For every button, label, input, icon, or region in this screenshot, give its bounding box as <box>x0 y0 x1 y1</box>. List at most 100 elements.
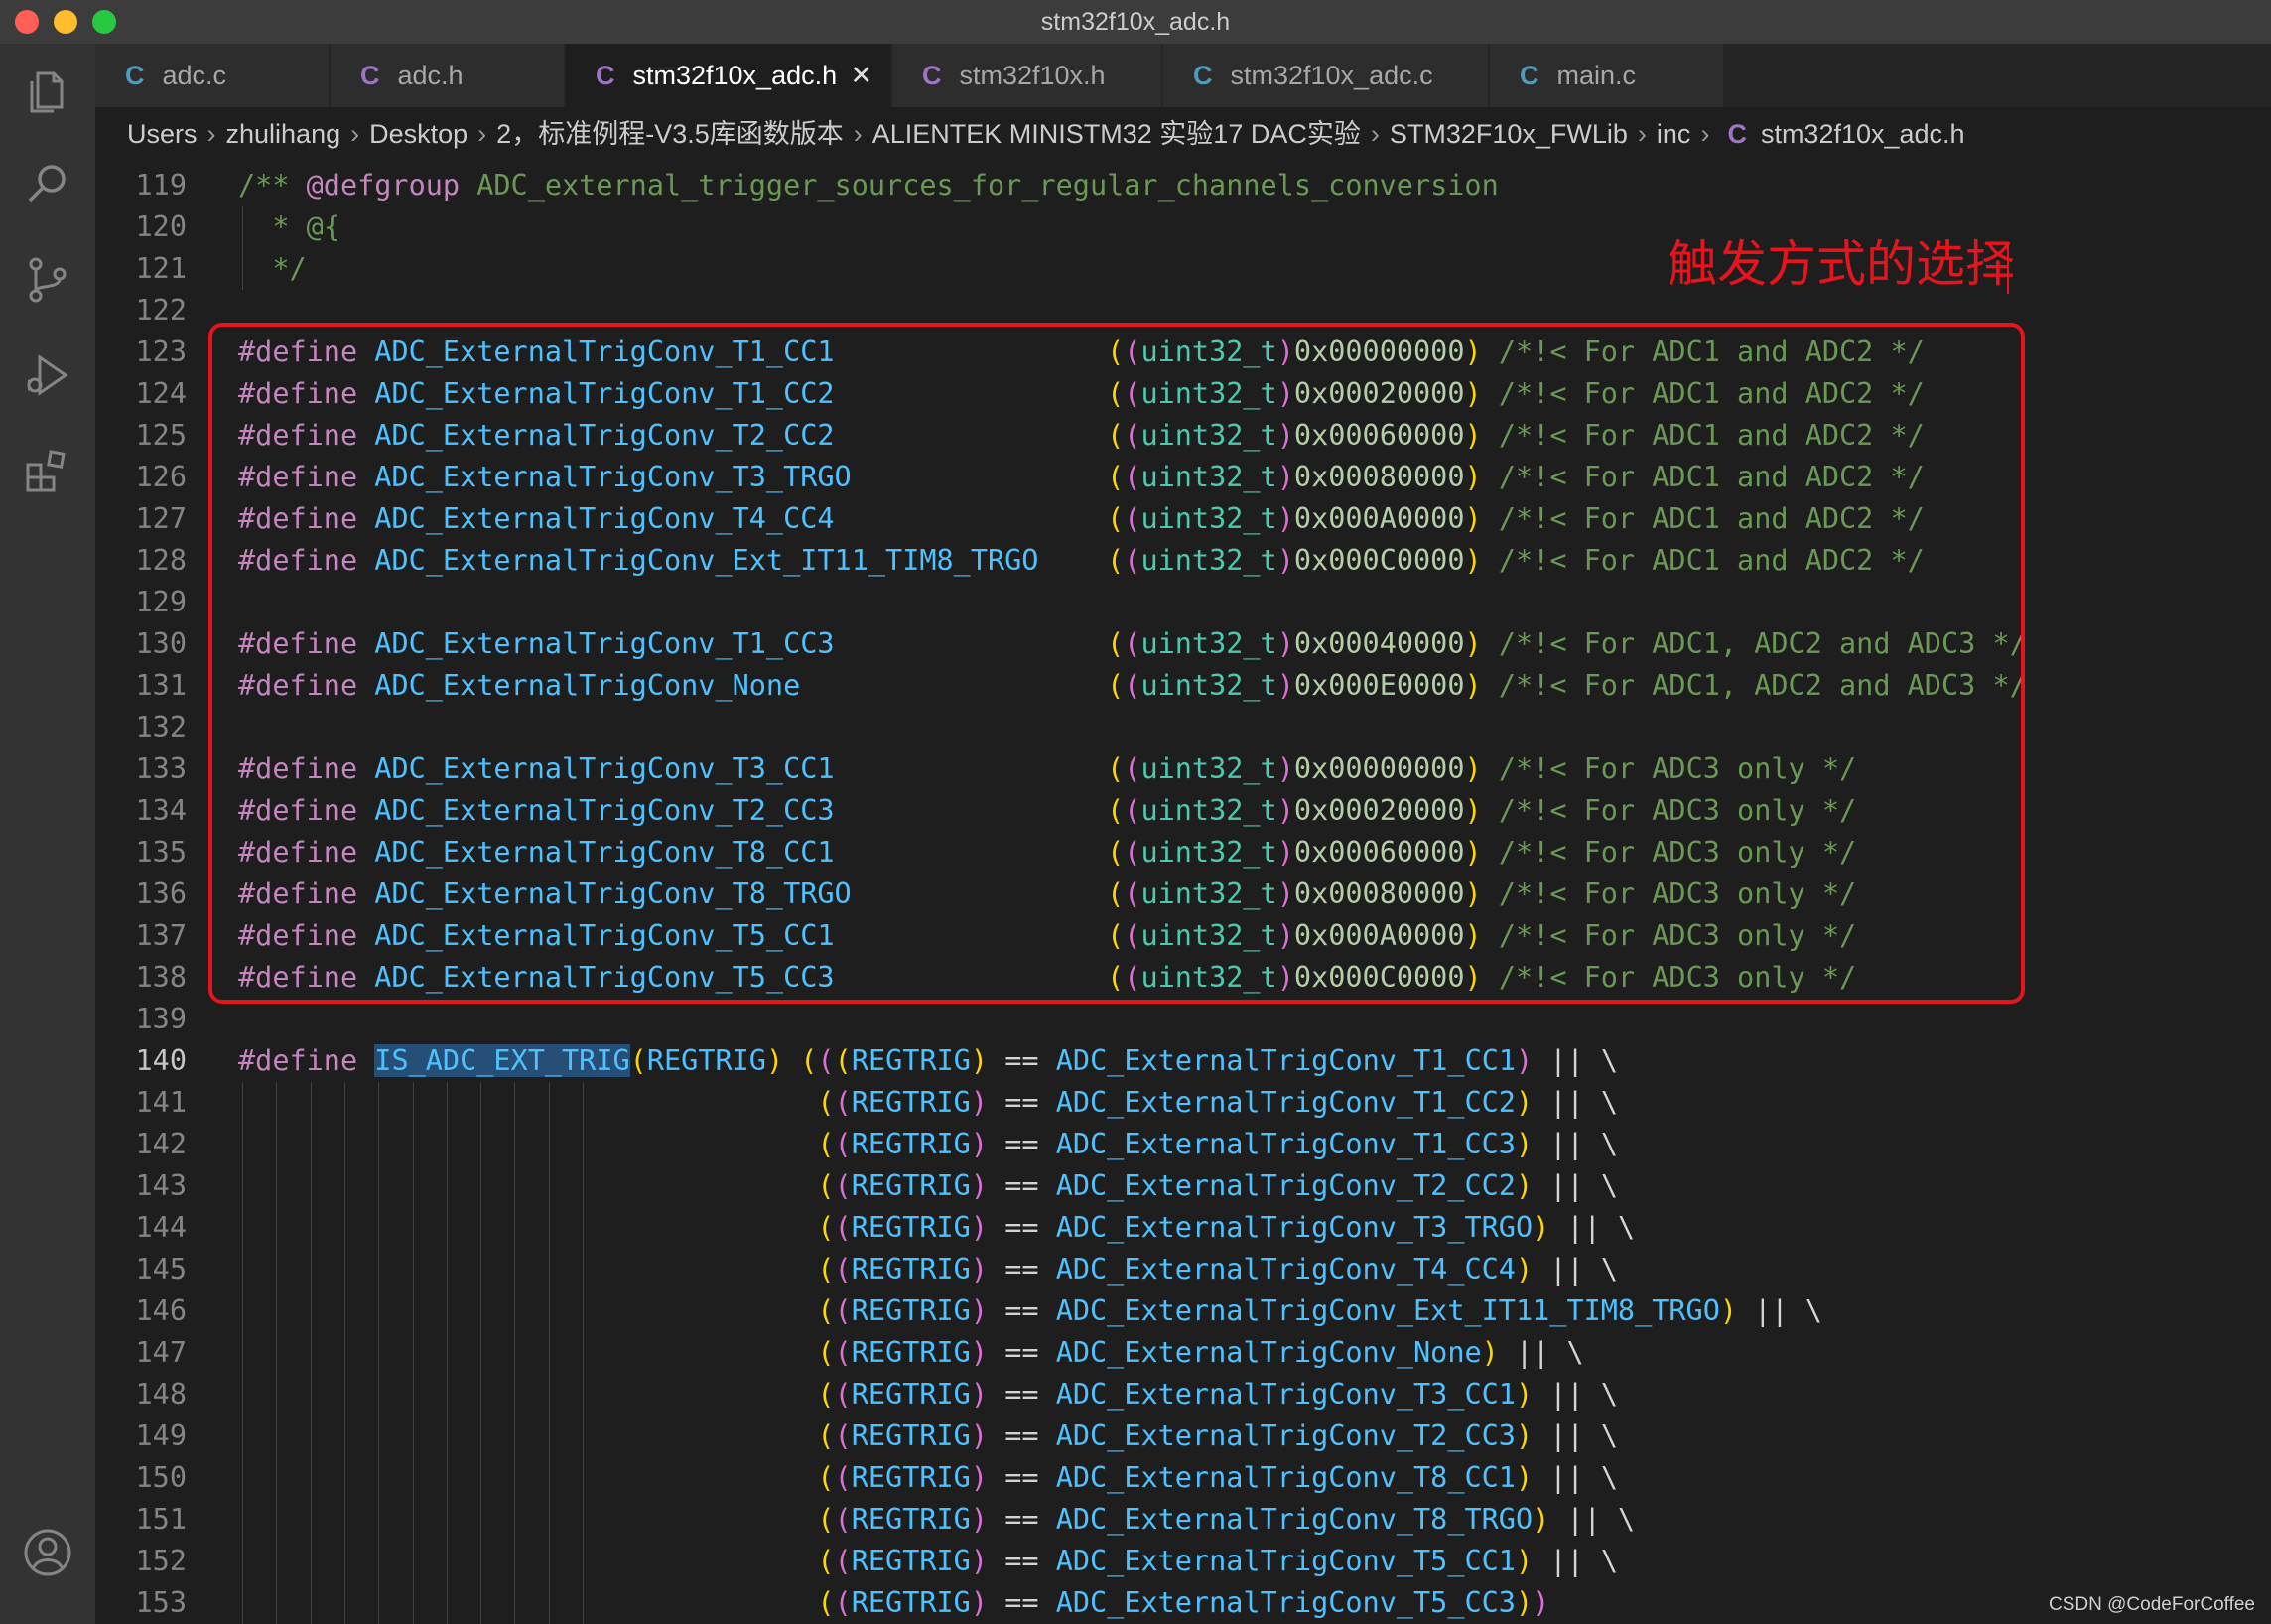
line-number: 126 <box>135 461 187 493</box>
line-number: 130 <box>135 627 187 660</box>
code-line[interactable]: 140 #define IS_ADC_EXT_TRIG(REGTRIG) (((R… <box>95 1040 2271 1082</box>
code-text: ((REGTRIG) == ADC_ExternalTrigConv_T5_CC… <box>817 1586 1550 1619</box>
line-number: 127 <box>135 502 187 535</box>
code-line[interactable]: 149 ((REGTRIG) == ADC_ExternalTrigConv_T… <box>95 1416 2271 1457</box>
extensions-icon[interactable] <box>20 443 75 498</box>
code-line[interactable]: 146 ((REGTRIG) == ADC_ExternalTrigConv_E… <box>95 1290 2271 1332</box>
indent-guide <box>378 1082 380 1624</box>
indent-guide <box>242 206 243 290</box>
line-number: 153 <box>135 1586 187 1619</box>
code-text: ((REGTRIG) == ADC_ExternalTrigConv_T2_CC… <box>817 1420 1618 1452</box>
c-file-icon: C <box>596 61 615 90</box>
code-line[interactable]: 143 ((REGTRIG) == ADC_ExternalTrigConv_T… <box>95 1165 2271 1207</box>
code-text: ((REGTRIG) == ADC_ExternalTrigConv_None)… <box>817 1336 1584 1369</box>
line-number: 147 <box>135 1336 187 1369</box>
line-number: 146 <box>135 1294 187 1327</box>
code-line[interactable]: 153 ((REGTRIG) == ADC_ExternalTrigConv_T… <box>95 1582 2271 1624</box>
line-number: 136 <box>135 878 187 910</box>
code-line[interactable]: 145 ((REGTRIG) == ADC_ExternalTrigConv_T… <box>95 1249 2271 1290</box>
c-file-icon: C <box>125 61 145 90</box>
breadcrumb-item[interactable]: Desktop <box>369 119 468 149</box>
code-text: ((REGTRIG) == ADC_ExternalTrigConv_T1_CC… <box>817 1128 1618 1160</box>
tab-stm32f10x-adc-c[interactable]: Cstm32f10x_adc.c <box>1163 44 1489 107</box>
line-number: 151 <box>135 1503 187 1536</box>
run-debug-icon[interactable] <box>20 347 75 403</box>
line-number: 122 <box>135 294 187 327</box>
chevron-right-icon: › <box>853 119 863 149</box>
line-number: 135 <box>135 836 187 869</box>
tab-stm32f10x-adc-h[interactable]: Cstm32f10x_adc.h ✕ <box>566 44 891 107</box>
c-file-icon: C <box>1727 119 1747 149</box>
tab-label: adc.c <box>162 61 227 90</box>
line-number: 133 <box>135 752 187 785</box>
breadcrumb-item[interactable]: STM32F10x_FWLib <box>1390 119 1628 149</box>
indent-guide <box>343 1082 345 1624</box>
line-number: 132 <box>135 711 187 744</box>
tab-bar: Cadc.c Cadc.h Cstm32f10x_adc.h ✕ Cstm32f… <box>95 44 2271 107</box>
indent-guide <box>310 1082 312 1624</box>
c-file-icon: C <box>922 61 942 90</box>
breadcrumb: Users › zhulihang › Desktop › 2，标准例程-V3.5库函数版本… <box>95 107 2271 161</box>
code-line[interactable]: 142 ((REGTRIG) == ADC_ExternalTrigConv_T… <box>95 1124 2271 1165</box>
code-line[interactable]: 147 ((REGTRIG) == ADC_ExternalTrigConv_N… <box>95 1332 2271 1374</box>
code-line[interactable]: 141 ((REGTRIG) == ADC_ExternalTrigConv_T… <box>95 1082 2271 1124</box>
line-number: 139 <box>135 1003 187 1035</box>
line-number: 119 <box>135 169 187 202</box>
tab-label: main.c <box>1556 61 1637 90</box>
activity-bar <box>0 44 95 1624</box>
tab-adc-h[interactable]: Cadc.h <box>331 44 565 107</box>
chevron-right-icon: › <box>1637 119 1647 149</box>
line-number: 128 <box>135 544 187 577</box>
line-number: 138 <box>135 961 187 994</box>
search-icon[interactable] <box>20 157 75 212</box>
text-caret <box>2007 242 2009 294</box>
code-line[interactable]: 150 ((REGTRIG) == ADC_ExternalTrigConv_T… <box>95 1457 2271 1499</box>
source-control-icon[interactable] <box>20 252 75 308</box>
line-number: 121 <box>135 252 187 285</box>
line-number: 150 <box>135 1461 187 1494</box>
c-file-icon: C <box>1520 61 1539 90</box>
tab-label: stm32f10x.h <box>959 61 1106 90</box>
code-line[interactable]: 144 ((REGTRIG) == ADC_ExternalTrigConv_T… <box>95 1207 2271 1249</box>
breadcrumb-item[interactable]: stm32f10x_adc.h <box>1761 119 1965 149</box>
chevron-right-icon: › <box>206 119 216 149</box>
c-file-icon: C <box>1193 61 1213 90</box>
breadcrumb-item[interactable]: zhulihang <box>226 119 341 149</box>
indent-guide <box>583 1082 584 1624</box>
code-line[interactable]: 152 ((REGTRIG) == ADC_ExternalTrigConv_T… <box>95 1541 2271 1582</box>
code-text: ((REGTRIG) == ADC_ExternalTrigConv_Ext_I… <box>817 1294 1822 1327</box>
code-line[interactable]: 148 ((REGTRIG) == ADC_ExternalTrigConv_T… <box>95 1374 2271 1416</box>
line-number: 120 <box>135 210 187 243</box>
account-icon[interactable] <box>20 1525 75 1580</box>
tab-main-c[interactable]: Cmain.c <box>1490 44 1724 107</box>
watermark: CSDN @CodeForCoffee <box>2049 1594 2255 1615</box>
code-line[interactable]: 139 <box>95 999 2271 1040</box>
chevron-right-icon: › <box>350 119 360 149</box>
line-number: 144 <box>135 1211 187 1244</box>
line-number: 141 <box>135 1086 187 1119</box>
line-number: 134 <box>135 794 187 827</box>
code-line[interactable]: 119 /** @defgroup ADC_external_trigger_so… <box>95 165 2271 206</box>
close-tab-icon[interactable]: ✕ <box>850 44 872 107</box>
breadcrumb-item[interactable]: ALIENTEK MINISTM32 实验17 DAC实验 <box>872 119 1361 149</box>
chevron-right-icon: › <box>477 119 487 149</box>
line-number: 149 <box>135 1420 187 1452</box>
breadcrumb-item[interactable]: inc <box>1657 119 1691 149</box>
line-number: 152 <box>135 1545 187 1577</box>
annotation-text: 触发方式的选择 <box>1668 235 2015 293</box>
line-number: 143 <box>135 1169 187 1202</box>
breadcrumb-item[interactable]: 2，标准例程-V3.5库函数版本 <box>496 119 844 149</box>
c-file-icon: C <box>360 61 380 90</box>
tab-adc-c[interactable]: Cadc.c <box>95 44 330 107</box>
breadcrumb-item[interactable]: Users <box>127 119 198 149</box>
code-line[interactable]: 151 ((REGTRIG) == ADC_ExternalTrigConv_T… <box>95 1499 2271 1541</box>
tab-stm32f10x-h[interactable]: Cstm32f10x.h <box>892 44 1162 107</box>
code-text: ((REGTRIG) == ADC_ExternalTrigConv_T3_TR… <box>817 1211 1636 1244</box>
window-title: stm32f10x_adc.h <box>1040 8 1231 36</box>
files-icon[interactable] <box>20 64 75 119</box>
code-text: ((REGTRIG) == ADC_ExternalTrigConv_T4_CC… <box>817 1253 1618 1286</box>
chevron-right-icon: › <box>1370 119 1380 149</box>
line-number: 123 <box>135 336 187 368</box>
indent-guide <box>480 1082 482 1624</box>
code-text: ((REGTRIG) == ADC_ExternalTrigConv_T1_CC… <box>817 1086 1618 1119</box>
